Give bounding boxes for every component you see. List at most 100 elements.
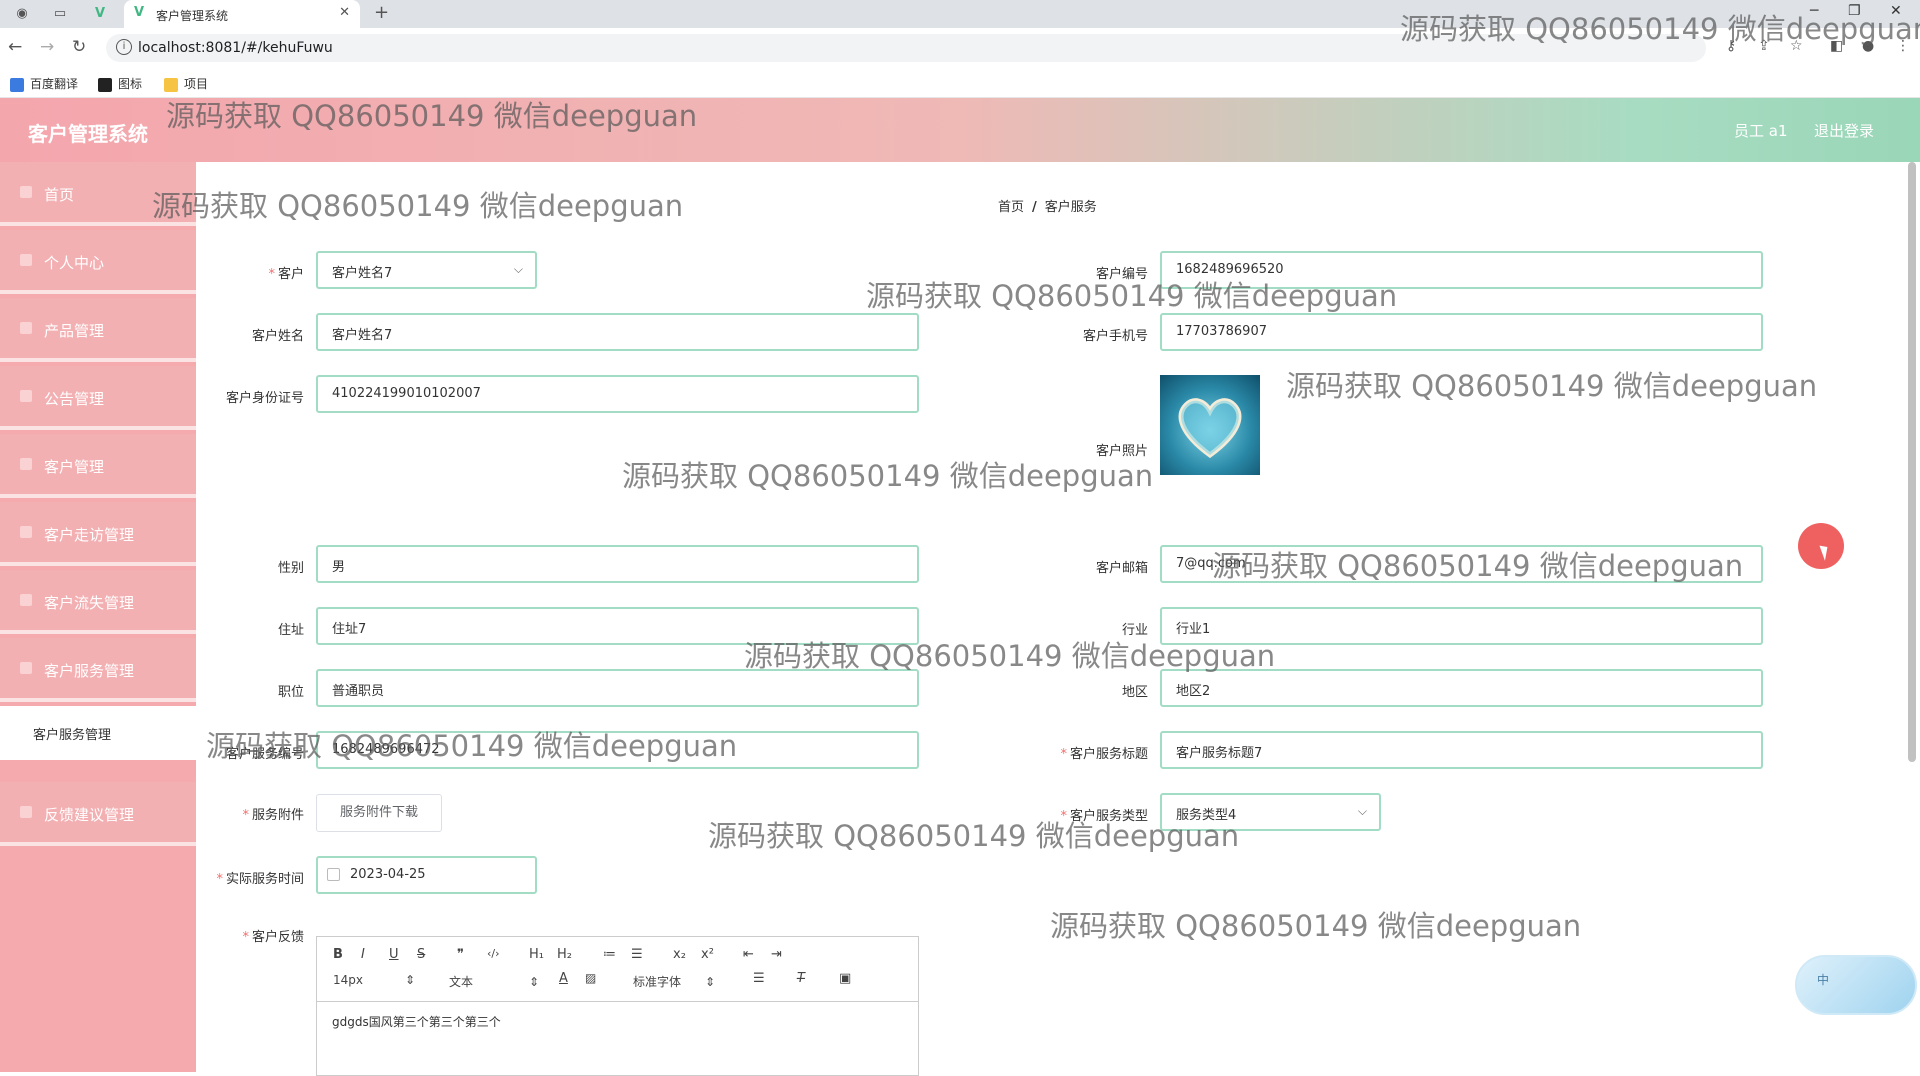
input-method-widget[interactable]: 中 (1795, 955, 1917, 1015)
sidebar-item-profile[interactable]: 个人中心 (0, 230, 196, 294)
watermark-text: 源码获取 QQ86050149 微信deepguan (1286, 369, 1818, 403)
chevron-down-icon: ⌵ (1357, 804, 1367, 818)
select-arrows-icon: ⇕ (405, 973, 416, 987)
bookmark-icons[interactable]: 图标 (98, 75, 142, 92)
breadcrumb-separator: / (1032, 200, 1037, 215)
code-block-button[interactable]: ‹/› (487, 947, 500, 960)
heart-island-image (1178, 398, 1242, 459)
active-browser-tab[interactable]: V 客户管理系统 ✕ (124, 0, 360, 28)
h2-button[interactable]: H₂ (557, 947, 572, 962)
customer-select[interactable]: 客户姓名7 ⌵ (316, 251, 537, 289)
logout-link[interactable]: 退出登录 (1814, 120, 1874, 141)
sidebar-item-visits[interactable]: 客户走访管理 (0, 502, 196, 566)
watermark-text: 源码获取 QQ86050149 微信deepguan (1400, 12, 1920, 46)
gender-input[interactable]: 男 (316, 545, 919, 583)
user-icon (20, 254, 32, 266)
sidebar-item-services[interactable]: 客户服务管理 (0, 638, 196, 702)
clear-format-icon[interactable]: T̶ (797, 971, 805, 986)
home-icon (20, 186, 32, 198)
blockquote-button[interactable]: ❞ (457, 947, 464, 962)
vue-favicon-icon: V (134, 5, 145, 20)
info-icon[interactable]: i (116, 39, 132, 55)
idcard-label: 客户身份证号 (225, 391, 304, 406)
sidebar-item-feedback[interactable]: 反馈建议管理 (0, 782, 196, 846)
forward-icon[interactable]: → (40, 37, 54, 57)
breadcrumb-home[interactable]: 首页 (998, 200, 1024, 215)
customer-label: * 客户 (268, 267, 304, 282)
sidebar-item-notices[interactable]: 公告管理 (0, 366, 196, 430)
subscript-button[interactable]: x₂ (673, 947, 686, 962)
idcard-input[interactable]: 410224199010102007 (316, 375, 919, 413)
new-tab-button[interactable]: + (374, 2, 389, 23)
bullet-list-button[interactable]: ☰ (631, 947, 643, 962)
watermark-text: 源码获取 QQ86050149 微信deepguan (206, 729, 738, 763)
italic-button[interactable]: I (361, 947, 365, 962)
strike-button[interactable]: S (417, 947, 425, 962)
bookmark-projects[interactable]: 项目 (164, 75, 208, 92)
tab-title: 客户管理系统 (156, 9, 229, 23)
service-title-input[interactable]: 客户服务标题7 (1160, 731, 1763, 769)
breadcrumb-current: 客户服务 (1044, 200, 1097, 215)
service-title-label: * 客户服务标题 (1060, 747, 1148, 762)
vue-icon[interactable]: V (90, 4, 110, 24)
customer-icon (20, 458, 32, 470)
reload-icon[interactable]: ↻ (72, 37, 86, 57)
name-label: 客户姓名 (251, 329, 304, 344)
customer-photo[interactable] (1160, 375, 1260, 475)
ordered-list-button[interactable]: ≔ (603, 947, 616, 962)
github-icon[interactable]: ◉ (12, 4, 32, 24)
watermark-text: 源码获取 QQ86050149 微信deepguan (166, 99, 698, 133)
phone-label: 客户手机号 (1082, 329, 1148, 344)
calendar-icon (327, 868, 340, 881)
sidebar-item-customers[interactable]: 客户管理 (0, 434, 196, 498)
editor-toolbar: B I U S ❞ ‹/› H₁ H₂ ≔ ☰ x₂ x² ⇤ ⇥ 14px ⇕ … (317, 937, 918, 1002)
sidebar-item-products[interactable]: 产品管理 (0, 298, 196, 362)
font-family-select[interactable]: 标准字体 ⇕ (633, 973, 715, 990)
page-scrollbar[interactable] (1908, 162, 1916, 762)
sidebar-item-churn[interactable]: 客户流失管理 (0, 570, 196, 634)
select-arrows-icon: ⇕ (529, 975, 540, 989)
bold-button[interactable]: B (333, 947, 343, 962)
position-label: 职位 (277, 685, 304, 700)
indent-button[interactable]: ⇥ (771, 947, 782, 962)
font-size-select[interactable]: 14px ⇕ (333, 973, 415, 987)
watermark-text: 源码获取 QQ86050149 微信deepguan (744, 639, 1276, 673)
phone-input[interactable]: 17703786907 (1160, 313, 1763, 351)
background-color-icon[interactable]: ▨ (585, 971, 596, 985)
app-title: 客户管理系统 (28, 122, 148, 146)
close-tab-icon[interactable]: ✕ (339, 5, 350, 20)
churn-icon (20, 594, 32, 606)
url-text: localhost:8081/#/kehuFuwu (138, 40, 333, 56)
user-label: 员工 a1 (1734, 122, 1788, 140)
underline-button[interactable]: U (389, 947, 399, 962)
tab-page-icon[interactable]: ▭ (50, 4, 70, 24)
visit-icon (20, 526, 32, 538)
superscript-button[interactable]: x² (701, 947, 714, 962)
service-icon (20, 662, 32, 674)
email-label: 客户邮箱 (1095, 561, 1148, 576)
name-input[interactable]: 客户姓名7 (316, 313, 919, 351)
translate-icon (10, 77, 24, 92)
sidebar: 首页 个人中心 产品管理 公告管理 客户管理 客户走访管理 客户流失管理 客户服… (0, 162, 196, 1072)
back-icon[interactable]: ← (8, 37, 22, 57)
product-icon (20, 322, 32, 334)
sidebar-subitem-services[interactable]: 客户服务管理 (0, 706, 196, 760)
attachment-label: * 服务附件 (242, 808, 304, 823)
notice-icon (20, 390, 32, 402)
image-icon[interactable]: ▣ (839, 971, 851, 986)
outdent-button[interactable]: ⇤ (743, 947, 754, 962)
watermark-text: 源码获取 QQ86050149 微信deepguan (152, 189, 684, 223)
icon-library-icon (98, 77, 112, 92)
text-type-select[interactable]: 文本 ⇕ (449, 973, 539, 990)
watermark-text: 源码获取 QQ86050149 微信deepguan (622, 459, 1154, 493)
bookmark-baidu-translate[interactable]: 百度翻译 (10, 75, 78, 92)
attachment-download-button[interactable]: 服务附件下载 (316, 794, 442, 832)
font-color-icon[interactable]: A (559, 971, 568, 986)
feedback-editor[interactable]: B I U S ❞ ‹/› H₁ H₂ ≔ ☰ x₂ x² ⇤ ⇥ 14px ⇕ … (316, 936, 919, 1076)
align-icon[interactable]: ☰ (753, 971, 765, 986)
service-time-picker[interactable]: 2023-04-25 (316, 856, 537, 894)
watermark-text: 源码获取 QQ86050149 微信deepguan (866, 279, 1398, 313)
h1-button[interactable]: H₁ (529, 947, 544, 962)
watermark-text: 源码获取 QQ86050149 微信deepguan (708, 819, 1240, 853)
service-time-label: * 实际服务时间 (216, 872, 304, 887)
